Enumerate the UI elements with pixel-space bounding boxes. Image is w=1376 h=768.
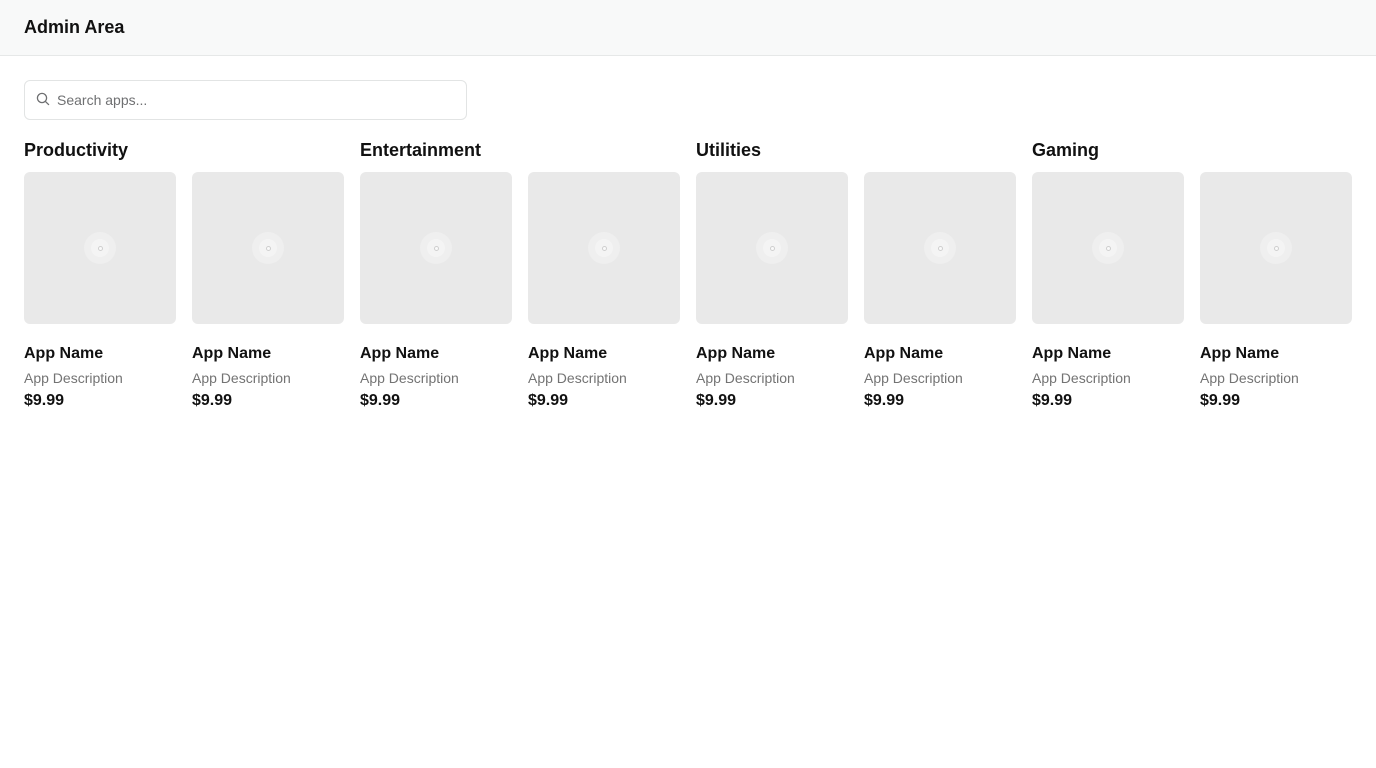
app-thumbnail[interactable] (192, 172, 344, 324)
image-placeholder-icon (252, 232, 284, 264)
app-card[interactable]: App Name App Description $9.99 (864, 172, 1016, 411)
app-thumbnail[interactable] (696, 172, 848, 324)
image-placeholder-icon (588, 232, 620, 264)
app-description: App Description (360, 370, 459, 386)
app-name: App Name (528, 345, 608, 362)
app-thumbnail[interactable] (864, 172, 1016, 324)
app-description: App Description (24, 370, 123, 386)
app-name: App Name (696, 345, 776, 362)
image-placeholder-icon (924, 232, 956, 264)
app-description: App Description (864, 370, 963, 386)
app-price: $9.99 (1200, 392, 1241, 409)
app-thumbnail[interactable] (24, 172, 176, 324)
app-description: App Description (528, 370, 627, 386)
app-price: $9.99 (696, 392, 737, 409)
image-placeholder-icon (1260, 232, 1292, 264)
app-card[interactable]: App Name App Description $9.99 (24, 172, 176, 411)
app-thumbnail[interactable] (528, 172, 680, 324)
app-description: App Description (1032, 370, 1131, 386)
category-title: Utilities (696, 140, 762, 160)
app-name: App Name (360, 345, 440, 362)
app-thumbnail[interactable] (1032, 172, 1184, 324)
app-price: $9.99 (864, 392, 905, 409)
top-header: Admin Area (0, 0, 1376, 56)
category-gaming: Gaming App Name App Description $9.99 Ap… (1032, 138, 1352, 411)
app-card[interactable]: App Name App Description $9.99 (528, 172, 680, 411)
search-input[interactable] (57, 92, 437, 108)
app-card[interactable]: App Name App Description $9.99 (360, 172, 512, 411)
app-name: App Name (864, 345, 944, 362)
category-title: Entertainment (360, 140, 482, 160)
app-list: App Name App Description $9.99 App Name … (696, 172, 1016, 411)
category-utilities: Utilities App Name App Description $9.99… (696, 138, 1016, 411)
app-description: App Description (192, 370, 291, 386)
app-price: $9.99 (360, 392, 401, 409)
app-card[interactable]: App Name App Description $9.99 (1032, 172, 1184, 411)
app-name: App Name (192, 345, 272, 362)
app-card[interactable]: App Name App Description $9.99 (696, 172, 848, 411)
search-box[interactable] (24, 80, 467, 120)
search-icon (35, 91, 51, 107)
app-card[interactable]: App Name App Description $9.99 (1200, 172, 1352, 411)
image-placeholder-icon (1092, 232, 1124, 264)
app-card[interactable]: App Name App Description $9.99 (192, 172, 344, 411)
app-price: $9.99 (24, 392, 65, 409)
categories: Productivity App Name App Description $9… (24, 138, 1352, 411)
app-name: App Name (1200, 345, 1280, 362)
app-description: App Description (1200, 370, 1299, 386)
category-title: Gaming (1032, 140, 1100, 160)
app-name: App Name (24, 345, 104, 362)
app-description: App Description (696, 370, 795, 386)
main-content: Productivity App Name App Description $9… (0, 56, 1376, 411)
image-placeholder-icon (756, 232, 788, 264)
category-title: Productivity (24, 140, 129, 160)
app-list: App Name App Description $9.99 App Name … (1032, 172, 1352, 411)
image-placeholder-icon (420, 232, 452, 264)
category-productivity: Productivity App Name App Description $9… (24, 138, 344, 411)
page-title: Admin Area (24, 17, 125, 37)
app-price: $9.99 (192, 392, 233, 409)
app-price: $9.99 (1032, 392, 1073, 409)
app-thumbnail[interactable] (360, 172, 512, 324)
app-price: $9.99 (528, 392, 569, 409)
app-list: App Name App Description $9.99 App Name … (360, 172, 680, 411)
app-thumbnail[interactable] (1200, 172, 1352, 324)
app-list: App Name App Description $9.99 App Name … (24, 172, 344, 411)
app-name: App Name (1032, 345, 1112, 362)
category-entertainment: Entertainment App Name App Description $… (360, 138, 680, 411)
image-placeholder-icon (84, 232, 116, 264)
